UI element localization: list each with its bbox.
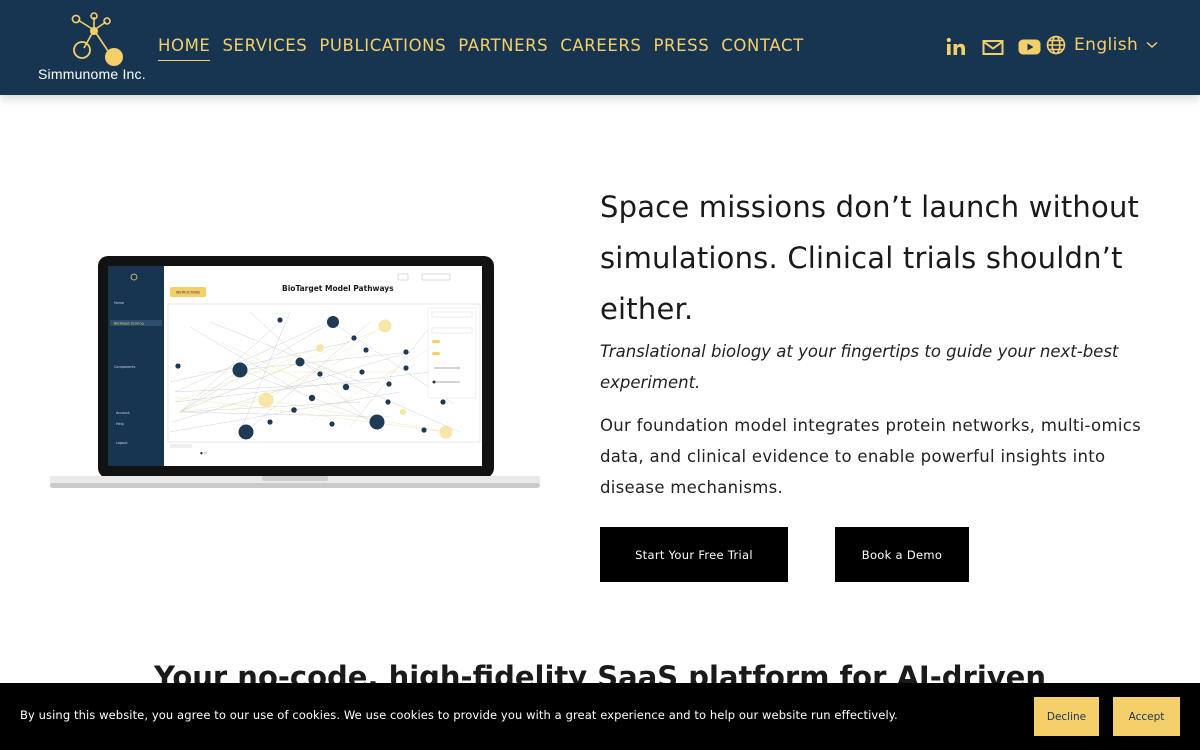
screen-sidebar-item-logout: Logout [116,441,128,445]
logo-text: Simmunome Inc. [38,66,146,82]
screen-sidebar-item-help: Help [116,422,124,426]
site-header: Simmunome Inc. HOME SERVICES PUBLICATION… [0,0,1200,95]
globe-icon [1046,35,1066,55]
nav-publications[interactable]: PUBLICATIONS [319,36,446,61]
nav-partners[interactable]: PARTNERS [458,36,548,61]
nav-services[interactable]: SERVICES [222,36,307,61]
nav-press[interactable]: PRESS [654,36,710,61]
cookie-accept-button[interactable]: Accept [1113,697,1180,736]
nav-careers[interactable]: CAREERS [560,36,641,61]
main-nav: HOME SERVICES PUBLICATIONS PARTNERS CARE… [158,36,816,61]
screen-title: BioTarget Model Pathways [282,284,394,293]
cookie-message: By using this website, you agree to our … [20,708,898,722]
hero-body-text: Our foundation model integrates protein … [600,416,1141,497]
language-label: English [1074,35,1139,55]
cookie-decline-button[interactable]: Decline [1034,697,1099,736]
mail-icon[interactable] [982,36,1004,58]
language-selector[interactable]: English [1046,35,1158,55]
linkedin-icon[interactable] [946,36,966,58]
screen-sidebar-item-account: Account [116,411,130,415]
cookie-banner: By using this website, you agree to our … [0,683,1200,750]
logo-mark-icon [71,12,123,66]
youtube-icon[interactable] [1018,36,1042,58]
screen-sidebar-item-home: Home [114,301,124,305]
nav-home[interactable]: HOME [158,36,211,61]
logo[interactable]: Simmunome Inc. [36,12,156,84]
svg-text:● ○: ● ○ [200,451,207,455]
hero-subheadline: Translational biology at your fingertips… [600,342,1119,392]
svg-text:INSTRUCTIONS: INSTRUCTIONS [176,291,200,295]
screen-sidebar-item-scoring: BioTarget Scoring [114,322,144,326]
chevron-down-icon [1146,41,1158,48]
hero-headline: Space missions don’t launch without simu… [600,190,1140,326]
start-free-trial-button[interactable]: Start Your Free Trial [600,527,788,582]
laptop-product-screenshot: Home BioTarget Scoring Components Accoun… [50,256,540,488]
screen-sidebar-item-components: Components [114,365,136,369]
nav-contact[interactable]: CONTACT [721,36,803,61]
book-demo-button[interactable]: Book a Demo [835,527,969,582]
